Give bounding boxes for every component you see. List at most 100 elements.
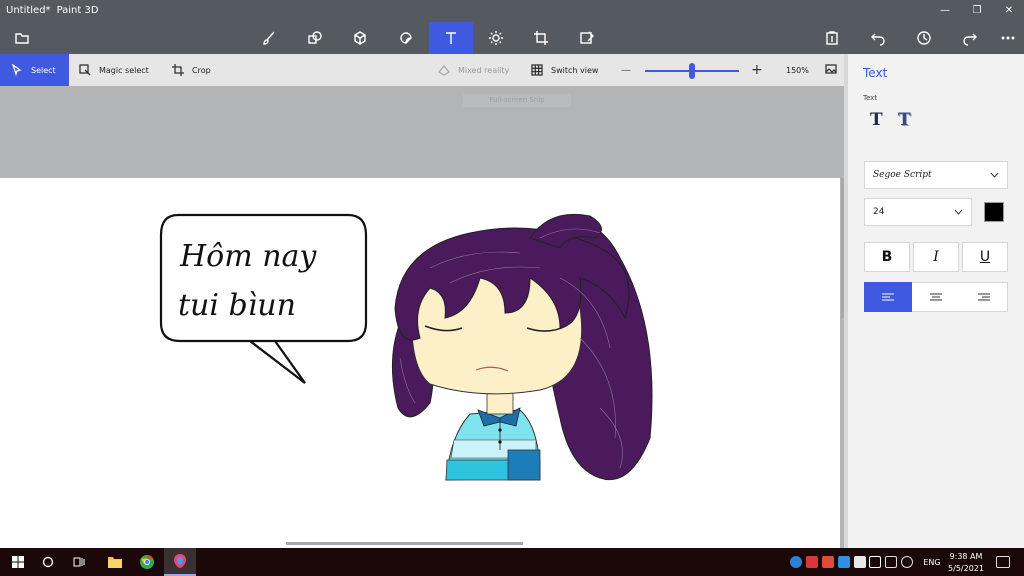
wifi-icon[interactable] bbox=[901, 556, 913, 568]
crop-icon bbox=[172, 64, 184, 76]
image-view-icon bbox=[825, 64, 837, 74]
bubble-text-line2: tui bìun bbox=[178, 288, 296, 323]
font-family-value: Segoe Script bbox=[873, 170, 932, 180]
brush-icon bbox=[263, 31, 275, 45]
mixed-reality-button[interactable]: Mixed reality bbox=[438, 54, 509, 86]
zoom-out-button[interactable]: — bbox=[621, 54, 631, 86]
crop-button[interactable]: Crop bbox=[172, 54, 211, 86]
horizontal-scrollbar[interactable] bbox=[286, 542, 523, 545]
select-button[interactable]: Select bbox=[0, 54, 69, 86]
close-button[interactable]: ✕ bbox=[994, 2, 1024, 20]
show-hidden-icons-icon[interactable] bbox=[869, 556, 881, 568]
magic-select-button[interactable]: Magic select bbox=[79, 54, 149, 86]
align-center-icon bbox=[930, 293, 942, 300]
redo-icon bbox=[963, 33, 977, 46]
bluetooth-tray-icon[interactable] bbox=[854, 556, 866, 568]
task-view-button[interactable] bbox=[67, 548, 91, 576]
pdf-tray-icon[interactable] bbox=[806, 556, 818, 568]
full-screen-snip-button[interactable]: Full-screen Snip bbox=[463, 94, 571, 107]
font-size-dropdown[interactable]: 24 bbox=[864, 198, 972, 226]
library-icon bbox=[580, 31, 594, 44]
zoom-level: 150% bbox=[786, 65, 809, 75]
notifications-icon[interactable] bbox=[996, 556, 1010, 568]
italic-button[interactable]: I bbox=[913, 242, 959, 272]
undo-icon bbox=[871, 33, 885, 46]
grid-icon bbox=[531, 64, 543, 76]
cursor-icon bbox=[11, 64, 22, 76]
brushes-button[interactable] bbox=[247, 22, 291, 54]
paste-button[interactable] bbox=[810, 22, 854, 54]
history-button[interactable] bbox=[902, 22, 946, 54]
canvas-crop-icon bbox=[534, 31, 548, 45]
sun-icon bbox=[489, 31, 503, 45]
crop-label: Crop bbox=[192, 65, 211, 75]
align-left-button[interactable] bbox=[864, 282, 912, 312]
panel-section-label: Text bbox=[863, 94, 878, 102]
bubble-text-line1: Hôm nay bbox=[179, 239, 317, 274]
canvas-artwork: Hôm nay tui bìun bbox=[159, 213, 653, 481]
folder-icon bbox=[15, 33, 29, 44]
magic-select-icon bbox=[79, 64, 91, 76]
file-explorer-button[interactable] bbox=[101, 548, 129, 576]
window-title: Untitled* Paint 3D bbox=[6, 5, 99, 16]
windows-logo-icon bbox=[12, 556, 24, 568]
zoom-slider-thumb[interactable] bbox=[689, 63, 695, 79]
align-center-button[interactable] bbox=[912, 282, 960, 312]
effects-button[interactable] bbox=[474, 22, 518, 54]
canvas-button[interactable] bbox=[519, 22, 563, 54]
mixed-reality-icon bbox=[438, 64, 450, 76]
undo-button[interactable] bbox=[856, 22, 900, 54]
underline-button[interactable]: U bbox=[962, 242, 1008, 272]
messenger-tray-icon[interactable] bbox=[790, 556, 802, 568]
system-clock[interactable]: 9:38 AM 5/5/2021 bbox=[946, 551, 986, 575]
battery-icon[interactable] bbox=[885, 556, 897, 568]
zoom-in-button[interactable]: + bbox=[751, 54, 763, 86]
sticker-icon bbox=[400, 32, 412, 44]
stickers-button[interactable] bbox=[384, 22, 428, 54]
chrome-icon bbox=[140, 554, 154, 569]
vpn-tray-icon[interactable] bbox=[822, 556, 834, 568]
paste-icon bbox=[826, 31, 838, 45]
chrome-button[interactable] bbox=[133, 548, 161, 576]
2d-shapes-button[interactable] bbox=[293, 22, 337, 54]
3d-shapes-button[interactable] bbox=[338, 22, 382, 54]
clock-date: 5/5/2021 bbox=[948, 564, 984, 573]
minimize-button[interactable]: — bbox=[930, 2, 960, 20]
input-language[interactable]: ENG bbox=[922, 548, 942, 576]
2d-text-button[interactable]: T bbox=[870, 110, 892, 132]
more-button[interactable] bbox=[986, 22, 1024, 54]
paint3d-icon bbox=[174, 554, 186, 568]
document-title: Untitled* bbox=[6, 5, 51, 16]
start-button[interactable] bbox=[6, 548, 30, 576]
cortana-icon bbox=[42, 556, 54, 568]
cortana-button[interactable] bbox=[36, 548, 60, 576]
command-bar bbox=[0, 22, 1024, 54]
text-tool-button[interactable] bbox=[429, 22, 473, 54]
font-family-dropdown[interactable]: Segoe Script bbox=[864, 161, 1008, 189]
switch-view-button[interactable]: Switch view bbox=[531, 54, 598, 86]
paint3d-taskbar-button[interactable] bbox=[164, 548, 196, 576]
text-icon bbox=[446, 32, 456, 44]
task-view-icon bbox=[73, 557, 85, 567]
menu-button[interactable] bbox=[0, 22, 44, 54]
folder-icon bbox=[108, 557, 122, 568]
bold-button[interactable]: B bbox=[864, 242, 910, 272]
cube-icon bbox=[354, 31, 366, 45]
2d-shapes-icon bbox=[308, 31, 322, 44]
character-drawing bbox=[391, 213, 653, 481]
3d-library-button[interactable] bbox=[565, 22, 609, 54]
chevron-down-icon bbox=[990, 172, 999, 178]
drawing-canvas[interactable]: Hôm nay tui bìun bbox=[0, 178, 840, 548]
text-properties-panel: Text Text T T Segoe Script 24 B I U bbox=[848, 54, 1024, 548]
select-label: Select bbox=[31, 65, 56, 75]
3d-text-button[interactable]: T bbox=[898, 110, 920, 132]
magic-select-label: Magic select bbox=[99, 65, 149, 75]
maximize-button[interactable]: ❐ bbox=[962, 2, 992, 20]
text-color-swatch[interactable] bbox=[984, 202, 1004, 222]
view-options-button[interactable] bbox=[825, 54, 837, 86]
align-right-icon bbox=[978, 293, 990, 300]
security-tray-icon[interactable] bbox=[838, 556, 850, 568]
align-right-button[interactable] bbox=[960, 282, 1008, 312]
clock-time: 9:38 AM bbox=[949, 552, 983, 561]
more-icon bbox=[1001, 36, 1015, 40]
